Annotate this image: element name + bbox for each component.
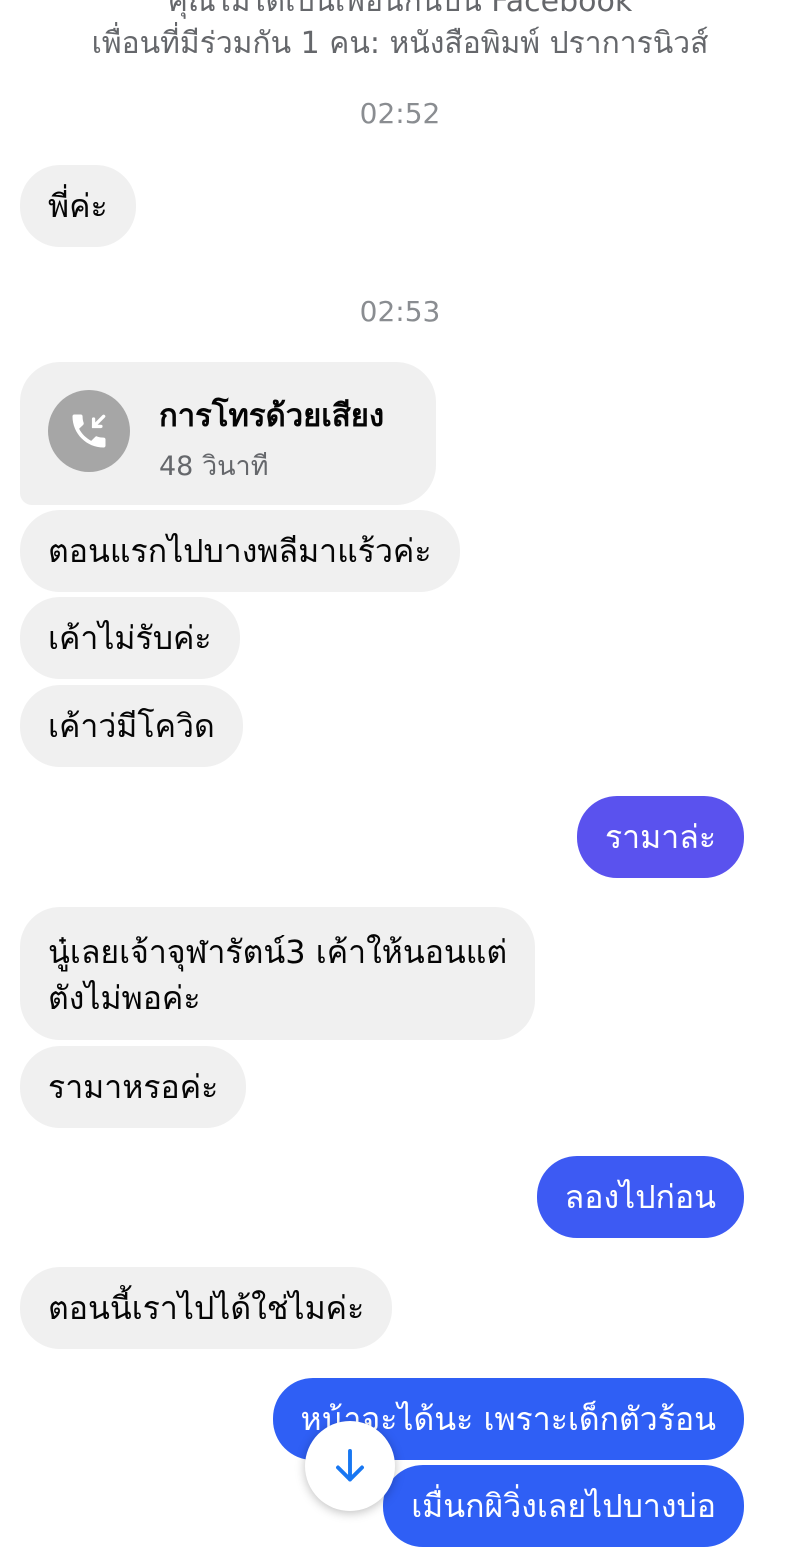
- message-text: เค้าว่มีโควิด: [48, 707, 215, 745]
- timestamp: 02:53: [359, 295, 441, 328]
- message-bubble-incoming[interactable]: พี่ค่ะ: [20, 165, 136, 247]
- message-text: เมื่นกผิวิ่งเลยไปบางบ่อ: [411, 1487, 716, 1525]
- arrow-down-icon: [336, 1449, 364, 1482]
- message-bubble-incoming[interactable]: ตอนนี้เราไปได้ใช่ไมค่ะ: [20, 1267, 393, 1349]
- message-text: รามาล่ะ: [604, 818, 716, 856]
- message-text: นู๋เลยเจ้าจุฬารัตน์3 เค้าให้นอนแต่: [48, 933, 508, 971]
- voice-call-card[interactable]: การโทรด้วยเสียง 48 วินาที: [20, 362, 436, 505]
- call-duration: 48 วินาที: [159, 451, 269, 482]
- message-text: ตอนนี้เราไปได้ใช่ไมค่ะ: [48, 1289, 365, 1327]
- message-text: ลองไปก่อน: [564, 1178, 716, 1216]
- message-bubble-outgoing[interactable]: เมื่นกผิวิ่งเลยไปบางบ่อ: [383, 1465, 744, 1547]
- message-text: เค้าไม่รับค่ะ: [48, 619, 212, 657]
- message-text: รามาหรอค่ะ: [48, 1068, 219, 1106]
- message-bubble-incoming[interactable]: นู๋เลยเจ้าจุฬารัตน์3 เค้าให้นอนแต่ ตังไม…: [20, 907, 536, 1040]
- scroll-to-bottom-button[interactable]: [305, 1421, 395, 1511]
- message-bubble-outgoing[interactable]: รามาล่ะ: [576, 796, 744, 878]
- timestamp: 02:52: [359, 97, 441, 130]
- phone-incoming-icon: [48, 390, 130, 472]
- mutual-friends-line: เพื่อนที่มีร่วมกัน 1 คน: หนังสือพิมพ์ ปร…: [91, 26, 709, 61]
- message-bubble-incoming[interactable]: ตอนแรกไปบางพลีมาแร้วค่ะ: [20, 510, 460, 592]
- message-bubble-incoming[interactable]: รามาหรอค่ะ: [20, 1046, 247, 1128]
- message-text: ตังไม่พอค่ะ: [48, 979, 201, 1017]
- message-bubble-outgoing[interactable]: ลองไปก่อน: [536, 1156, 744, 1238]
- message-bubble-incoming[interactable]: เค้าว่มีโควิด: [20, 685, 243, 767]
- call-title: การโทรด้วยเสียง: [159, 398, 385, 434]
- message-bubble-incoming[interactable]: เค้าไม่รับค่ะ: [20, 597, 240, 679]
- message-text: ตอนแรกไปบางพลีมาแร้วค่ะ: [48, 532, 432, 570]
- message-text: พี่ค่ะ: [48, 187, 108, 225]
